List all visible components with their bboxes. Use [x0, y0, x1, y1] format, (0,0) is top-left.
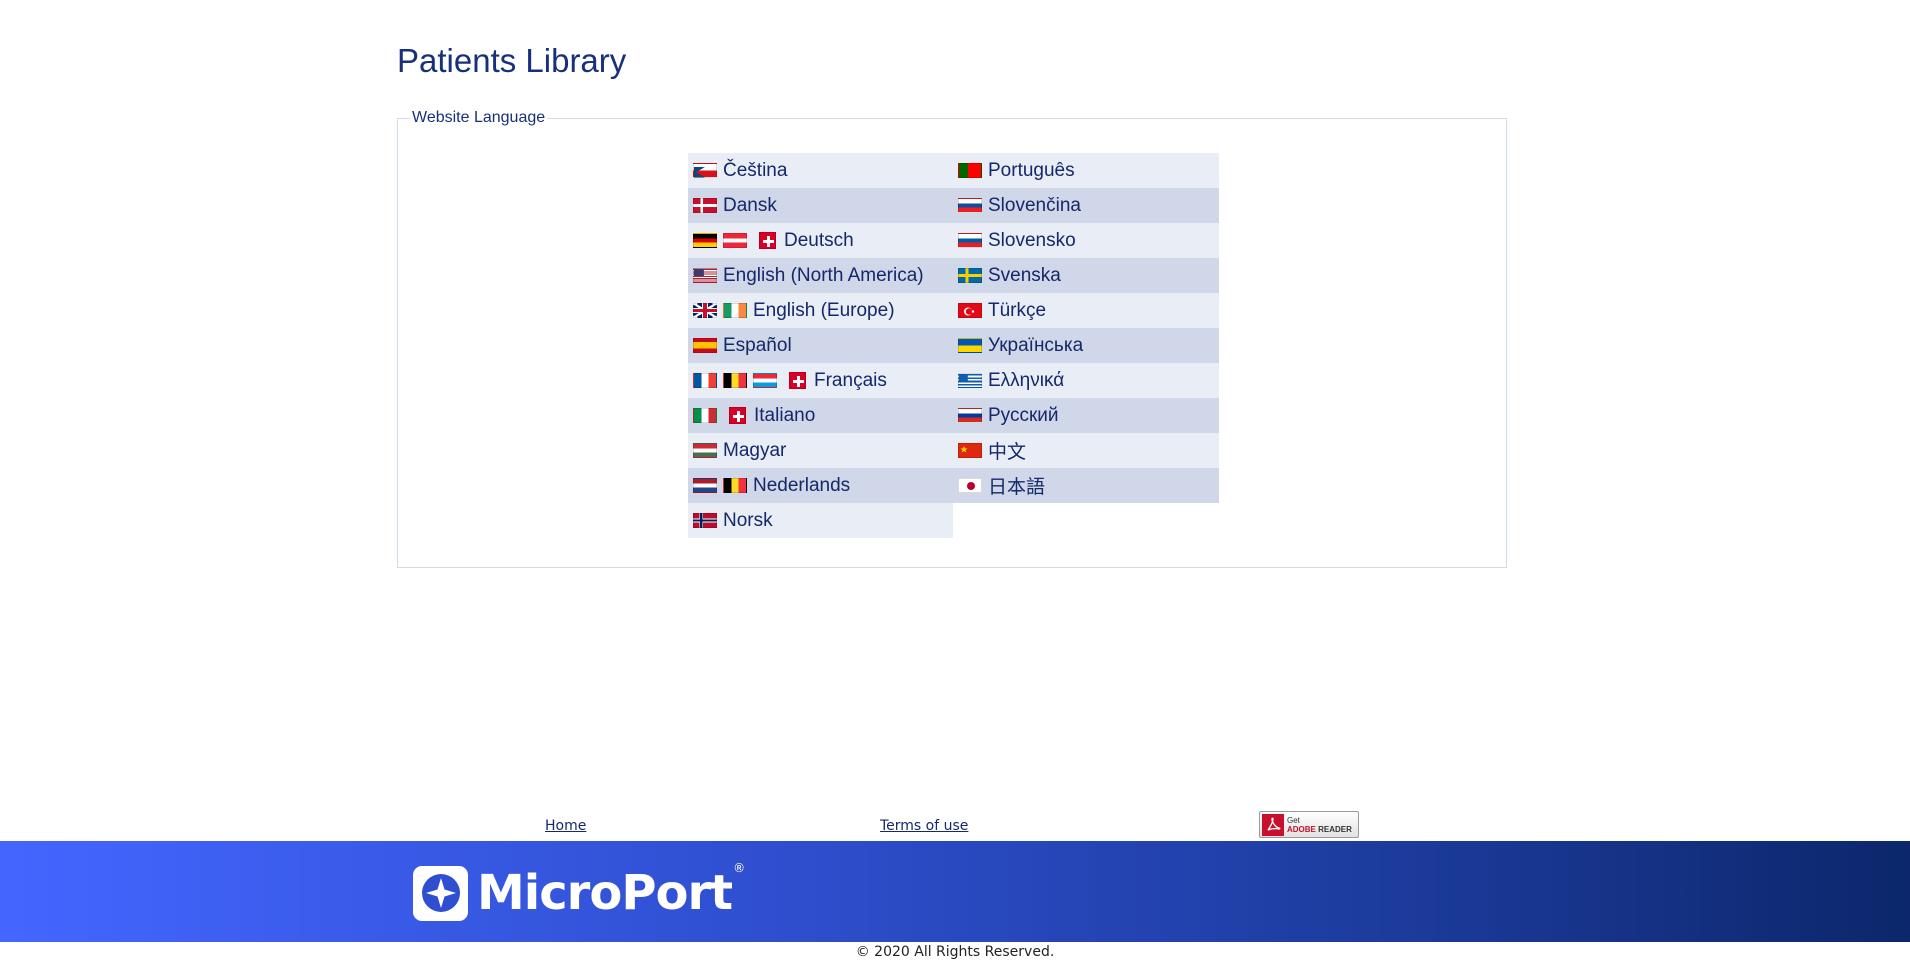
- flag-si-icon: [958, 233, 982, 248]
- language-label: Deutsch: [784, 229, 854, 251]
- flag-ie-icon: [723, 303, 747, 318]
- flag-it-icon: [693, 408, 717, 423]
- flag-ua-icon: [958, 338, 982, 353]
- language-label: Norsk: [723, 509, 773, 531]
- flag-ch-icon: [789, 372, 806, 389]
- language-label: English (North America): [723, 264, 924, 286]
- language-label: English (Europe): [753, 299, 895, 321]
- language-label: Español: [723, 334, 792, 356]
- flag-at-icon: [723, 233, 747, 248]
- language-label: Português: [988, 159, 1075, 181]
- microport-star-icon: [413, 865, 468, 921]
- fieldset-legend: Website Language: [410, 109, 548, 127]
- language-option[interactable]: Français: [688, 363, 953, 398]
- flag-jp-icon: [958, 478, 982, 493]
- language-option[interactable]: Türkçe: [953, 293, 1219, 328]
- flag-cz-icon: [693, 163, 717, 178]
- footer-links: Home Terms of use: [0, 818, 1910, 838]
- language-label: Nederlands: [753, 474, 851, 496]
- flag-ch-icon: [759, 232, 776, 249]
- empty-cell: [953, 503, 1219, 538]
- language-option[interactable]: Svenska: [953, 258, 1219, 293]
- language-option[interactable]: Čeština: [688, 153, 953, 188]
- language-label: 中文: [988, 442, 1027, 463]
- flag-gb-icon: [693, 303, 717, 318]
- language-option[interactable]: Slovenčina: [953, 188, 1219, 223]
- language-option[interactable]: Norsk: [688, 503, 953, 538]
- flag-es-icon: [693, 338, 717, 353]
- language-label: Türkçe: [988, 299, 1047, 321]
- flag-cn-icon: [958, 443, 982, 458]
- language-option[interactable]: Nederlands: [688, 468, 953, 503]
- flag-tr-icon: [958, 303, 982, 318]
- language-label: Українська: [988, 334, 1084, 356]
- language-option[interactable]: Slovensko: [953, 223, 1219, 258]
- terms-of-use-link[interactable]: Terms of use: [880, 818, 968, 834]
- language-option[interactable]: English (North America): [688, 258, 953, 293]
- brand-footer-band: MicroPort ®: [0, 841, 1910, 942]
- flag-be-icon: [723, 373, 747, 388]
- language-label: Svenska: [988, 264, 1061, 286]
- copyright-text: © 2020 All Rights Reserved.: [855, 944, 1055, 960]
- website-language-fieldset: Website Language Čeština Português Dansk Sl…: [397, 109, 1507, 568]
- language-option[interactable]: Dansk: [688, 188, 953, 223]
- language-option[interactable]: 日本語: [953, 468, 1219, 503]
- page-title: Patients Library: [397, 42, 627, 79]
- flag-no-icon: [693, 513, 717, 528]
- flag-gr-icon: [958, 373, 982, 388]
- language-option[interactable]: 中文: [953, 433, 1219, 468]
- flag-de-icon: [693, 233, 717, 248]
- home-link[interactable]: Home: [545, 818, 586, 834]
- language-option[interactable]: Русский: [953, 398, 1219, 433]
- get-adobe-reader-button[interactable]: Get ADOBE READER: [1259, 811, 1359, 838]
- flag-dk-icon: [693, 198, 717, 213]
- microport-logo: MicroPort ®: [413, 861, 745, 921]
- language-option[interactable]: English (Europe): [688, 293, 953, 328]
- language-label: Русский: [988, 404, 1059, 426]
- language-label: Slovensko: [988, 229, 1076, 251]
- flag-ru-icon: [958, 408, 982, 423]
- brand-name: MicroPort ®: [477, 861, 745, 921]
- language-option[interactable]: Ελληνικά: [953, 363, 1219, 398]
- flag-se-icon: [958, 268, 982, 283]
- adobe-pdf-icon: [1262, 813, 1284, 836]
- language-label: 日本語: [988, 477, 1046, 498]
- language-grid: Čeština Português Dansk Slovenčina Deutsch Sl…: [688, 153, 1219, 538]
- language-option[interactable]: Magyar: [688, 433, 953, 468]
- language-label: Italiano: [754, 404, 816, 426]
- flag-be-icon: [723, 478, 747, 493]
- language-label: Čeština: [723, 159, 788, 181]
- flag-us-icon: [693, 268, 717, 283]
- language-label: Dansk: [723, 194, 777, 216]
- language-option[interactable]: Português: [953, 153, 1219, 188]
- language-option[interactable]: Українська: [953, 328, 1219, 363]
- language-label: Slovenčina: [988, 194, 1081, 216]
- flag-fr-icon: [693, 373, 717, 388]
- language-option[interactable]: Español: [688, 328, 953, 363]
- flag-pt-icon: [958, 163, 982, 178]
- flag-ch-icon: [729, 407, 746, 424]
- language-option[interactable]: Deutsch: [688, 223, 953, 258]
- adobe-badge-text: Get ADOBE READER: [1287, 815, 1352, 834]
- flag-lu-icon: [753, 373, 777, 388]
- language-label: Magyar: [723, 439, 787, 461]
- language-label: Français: [814, 369, 887, 391]
- flag-sk-icon: [958, 198, 982, 213]
- flag-nl-icon: [693, 478, 717, 493]
- language-option[interactable]: Italiano: [688, 398, 953, 433]
- language-label: Ελληνικά: [988, 369, 1065, 391]
- flag-hu-icon: [693, 443, 717, 458]
